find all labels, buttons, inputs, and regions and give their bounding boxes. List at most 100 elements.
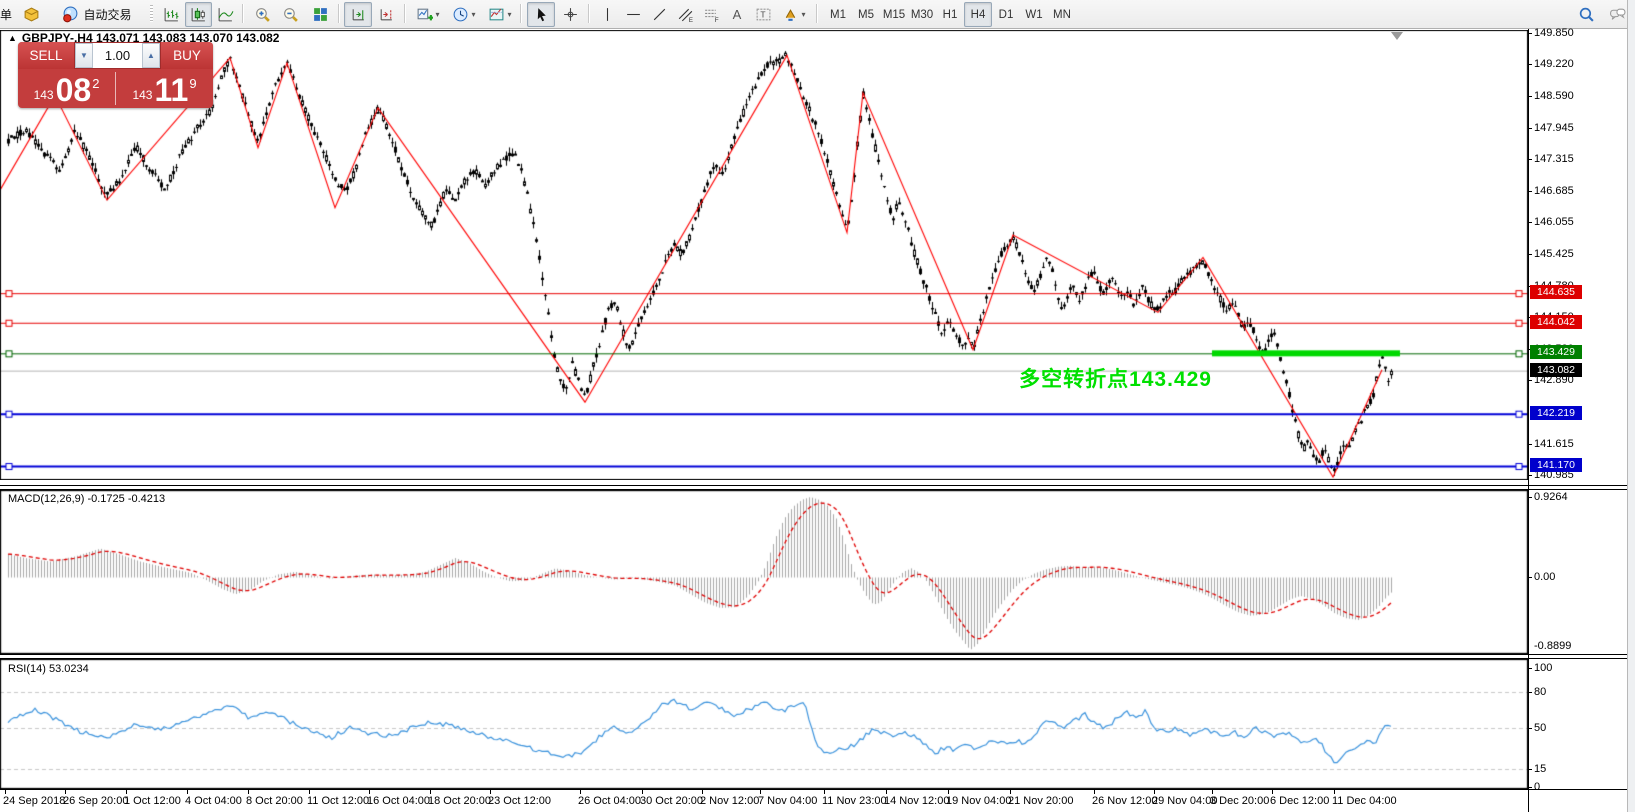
price-tick-mark [1528, 254, 1532, 255]
price-tick-label: 149.850 [1534, 27, 1574, 39]
auto-scroll-button[interactable] [344, 2, 372, 27]
toolbar: 单 自动交易 ▾ ▾ ▾ E F A T ▾ M [0, 0, 1635, 29]
time-tick-mark [5, 790, 6, 794]
macd-canvas[interactable] [0, 490, 1528, 654]
price-tick-label: 145.425 [1534, 248, 1574, 260]
zoom-in-button[interactable] [248, 2, 276, 27]
buy-price-point: 9 [189, 76, 196, 91]
toolbar-grip[interactable] [150, 5, 153, 22]
rsi-tick-mark [1528, 668, 1532, 669]
time-tick-mark [126, 790, 127, 794]
text-label-button[interactable]: T [750, 2, 776, 27]
volume-input[interactable]: 1.00 [93, 43, 142, 68]
horizontal-line-icon [625, 6, 642, 23]
timeframe-d1[interactable]: D1 [992, 2, 1020, 27]
window-right-edge[interactable] [1627, 0, 1635, 812]
text-button[interactable]: A [724, 2, 750, 27]
orders-button[interactable] [18, 2, 44, 27]
price-badge-144.042: 144.042 [1530, 315, 1582, 329]
rsi-tick-mark [1528, 787, 1532, 788]
zoom-out-button[interactable] [276, 2, 304, 27]
timeframe-h4[interactable]: H4 [964, 2, 992, 27]
time-axis-label: 30 Oct 20:00 [640, 795, 703, 807]
line-chart-button[interactable] [212, 2, 239, 27]
timeframe-w1[interactable]: W1 [1020, 2, 1048, 27]
time-tick-mark [642, 790, 643, 794]
tile-windows-button[interactable] [306, 2, 334, 27]
search-button[interactable] [1572, 2, 1600, 27]
sell-button[interactable]: SELL [18, 42, 74, 69]
trendline-button[interactable] [646, 2, 672, 27]
autotrading-button[interactable]: 自动交易 [48, 2, 146, 27]
buy-price[interactable]: 143 11 9 [116, 69, 213, 108]
bar-chart-button[interactable] [158, 2, 185, 27]
time-axis-border [0, 789, 1628, 790]
time-axis-label: 2 Nov 12:00 [700, 795, 759, 807]
add-indicator-icon [416, 6, 433, 23]
price-tick-label: 148.590 [1534, 90, 1574, 102]
price-badge-142.219: 142.219 [1530, 406, 1582, 420]
rsi-canvas[interactable] [0, 659, 1528, 789]
timeframe-h1[interactable]: H1 [936, 2, 964, 27]
time-axis-label: 14 Nov 12:00 [884, 795, 949, 807]
price-tick-label: 149.220 [1534, 58, 1574, 70]
time-axis-label: 29 Nov 04:00 [1152, 795, 1217, 807]
orders-partial-button[interactable]: 单 [0, 2, 18, 27]
orders-icon [23, 6, 40, 23]
collapse-panel-icon[interactable]: ▲ [8, 33, 17, 43]
fibonacci-button[interactable]: F [698, 2, 724, 27]
rsi-tick-label: 100 [1534, 662, 1552, 674]
channel-icon[interactable]: E [672, 2, 698, 27]
main-chart-canvas[interactable] [0, 30, 1528, 480]
time-tick-mark [948, 790, 949, 794]
periods-button[interactable]: ▾ [446, 2, 482, 27]
rsi-label: RSI(14) 53.0234 [8, 663, 89, 675]
price-axis-border [1528, 29, 1529, 812]
rsi-tick-label: 50 [1534, 722, 1546, 734]
sell-price[interactable]: 143 08 2 [18, 69, 115, 108]
time-axis-label: 19 Nov 04:00 [946, 795, 1011, 807]
volume-decrease-button[interactable]: ▼ [75, 43, 93, 68]
price-tick-mark [1528, 191, 1532, 192]
price-tick-mark [1528, 475, 1532, 476]
timeframe-m30[interactable]: M30 [908, 2, 936, 27]
timeframe-mn[interactable]: MN [1048, 2, 1076, 27]
chat-icon [1609, 6, 1626, 23]
templates-button[interactable]: ▾ [482, 2, 518, 27]
arrows-button[interactable]: ▾ [776, 2, 812, 27]
timeframe-m15[interactable]: M15 [880, 2, 908, 27]
search-icon [1578, 6, 1595, 23]
rsi-tick-mark [1528, 728, 1532, 729]
rsi-tick-mark [1528, 692, 1532, 693]
price-badge-143.429: 143.429 [1530, 345, 1582, 359]
time-axis-label: 11 Nov 23:00 [822, 795, 887, 807]
macd-label: MACD(12,26,9) -0.1725 -0.4213 [8, 493, 165, 505]
vertical-line-button[interactable] [594, 2, 620, 27]
volume-increase-button[interactable]: ▲ [142, 43, 160, 68]
time-tick-mark [369, 790, 370, 794]
chart-shift-button[interactable] [372, 2, 400, 27]
time-tick-mark [187, 790, 188, 794]
mt4-window: 单 自动交易 ▾ ▾ ▾ E F A T ▾ M [0, 0, 1635, 812]
time-axis-label: 26 Sep 20:00 [63, 795, 128, 807]
time-axis-label: 11 Dec 04:00 [1332, 795, 1397, 807]
pivot-annotation-text[interactable]: 多空转折点143.429 [1019, 363, 1212, 393]
price-tick-mark [1528, 444, 1532, 445]
buy-button[interactable]: BUY [161, 42, 213, 69]
sell-price-point: 2 [92, 76, 99, 91]
crosshair-button[interactable] [556, 2, 584, 27]
add-indicator-button[interactable]: ▾ [410, 2, 446, 27]
timeframe-m5[interactable]: M5 [852, 2, 880, 27]
fibonacci-icon: F [703, 6, 720, 23]
chart-shift-marker-icon[interactable] [1391, 32, 1403, 40]
time-tick-mark [1272, 790, 1273, 794]
timeframe-m1[interactable]: M1 [824, 2, 852, 27]
buy-price-pips: 11 [154, 75, 188, 105]
arrows-icon [782, 6, 799, 23]
time-tick-mark [1334, 790, 1335, 794]
price-tick-mark [1528, 33, 1532, 34]
horizontal-line-button[interactable] [620, 2, 646, 27]
cursor-button[interactable] [527, 2, 555, 27]
candlestick-chart-button[interactable] [185, 2, 212, 27]
time-axis-label: 21 Nov 20:00 [1008, 795, 1073, 807]
